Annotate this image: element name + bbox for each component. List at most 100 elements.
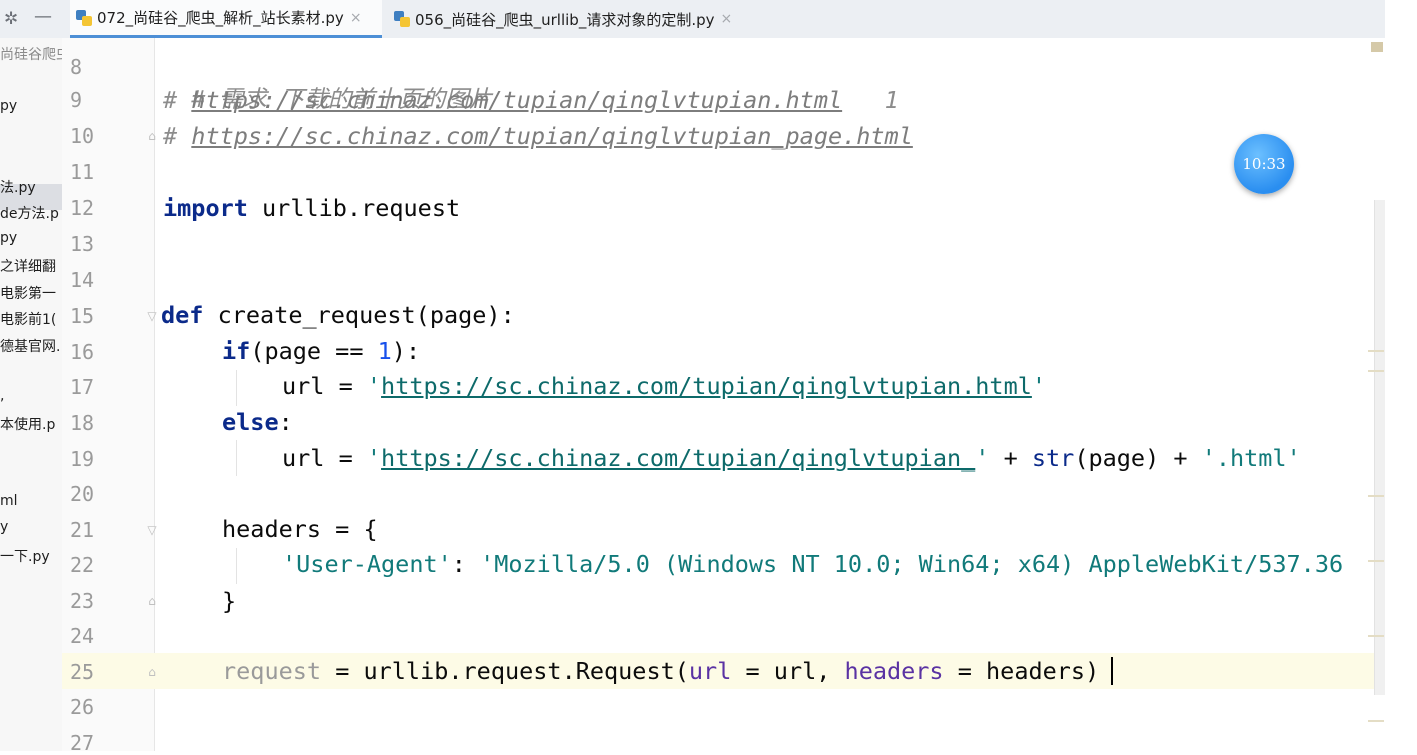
sidebar-item[interactable]: 电影第一 bbox=[0, 283, 56, 303]
sidebar-item[interactable]: 一下.py bbox=[0, 546, 50, 566]
code-text: url = bbox=[282, 372, 367, 400]
project-sidebar: 尚硅谷爬虫 py 法.py de方法.p py 之详细翻 电影第一 电影前1( … bbox=[0, 38, 62, 751]
code-text: ): bbox=[391, 337, 421, 365]
code-line-12: import urllib.request bbox=[163, 194, 460, 222]
gear-icon[interactable]: ✲ bbox=[4, 9, 18, 29]
line-number: 10 bbox=[70, 124, 95, 148]
line-number: 24 bbox=[70, 624, 95, 648]
code-text: create_request(page): bbox=[203, 301, 515, 329]
keyword-argument: url bbox=[688, 657, 732, 685]
string-url[interactable]: https://sc.chinaz.com/tupian/qinglvtupia… bbox=[381, 444, 975, 472]
sidebar-item[interactable]: y bbox=[0, 519, 8, 535]
comment-url[interactable]: https://sc.chinaz.com/tupian/qinglvtupia… bbox=[191, 86, 842, 114]
fold-icon[interactable]: ⌂ bbox=[145, 665, 159, 679]
comment-url[interactable]: https://sc.chinaz.com/tupian/qinglvtupia… bbox=[191, 122, 913, 150]
keyword: def bbox=[161, 301, 204, 329]
keyword: else bbox=[222, 408, 279, 436]
line-number: 11 bbox=[70, 160, 95, 184]
line-number: 18 bbox=[70, 411, 95, 435]
line-number: 26 bbox=[70, 695, 95, 719]
sidebar-item[interactable]: , bbox=[0, 388, 4, 404]
string-quote: ' bbox=[366, 372, 382, 400]
string-quote: ' bbox=[366, 444, 382, 472]
line-number: 15 bbox=[70, 304, 95, 328]
scroll-marker[interactable] bbox=[1368, 720, 1384, 722]
line-number: 14 bbox=[70, 268, 95, 292]
string-literal: 'User-Agent' bbox=[282, 550, 452, 578]
code-line-15: def create_request(page): bbox=[161, 301, 515, 329]
line-number: 20 bbox=[70, 482, 95, 506]
scroll-marker[interactable] bbox=[1371, 42, 1383, 52]
close-icon[interactable]: × bbox=[350, 10, 362, 26]
sidebar-item[interactable]: py bbox=[0, 98, 17, 114]
minimize-icon[interactable]: — bbox=[34, 6, 52, 27]
string-url[interactable]: https://sc.chinaz.com/tupian/qinglvtupia… bbox=[381, 372, 1032, 400]
indent-guide bbox=[236, 370, 237, 406]
code-line-19: url = 'https://sc.chinaz.com/tupian/qing… bbox=[282, 444, 1301, 472]
close-icon[interactable]: × bbox=[721, 11, 733, 27]
editor-tab-bar: ✲ — 072_尚硅谷_爬虫_解析_站长素材.py × 056_尚硅谷_爬虫_u… bbox=[0, 0, 1385, 39]
code-text: (page) + bbox=[1074, 444, 1202, 472]
fold-icon[interactable]: ▽ bbox=[145, 523, 159, 537]
scroll-marker[interactable] bbox=[1368, 370, 1384, 372]
line-number: 27 bbox=[70, 731, 95, 755]
code-text: : bbox=[278, 408, 293, 436]
indent-guide bbox=[236, 548, 237, 584]
scroll-marker[interactable] bbox=[1368, 495, 1384, 497]
code-text: = url, bbox=[731, 657, 845, 685]
string-literal: 'Mozilla/5.0 (Windows NT 10.0; Win64; x6… bbox=[480, 550, 1344, 578]
code-line-21: headers = { bbox=[222, 515, 378, 543]
code-line-25: request = urllib.request.Request(url = u… bbox=[222, 657, 1099, 685]
fold-icon[interactable]: ▽ bbox=[145, 309, 159, 323]
line-number: 22 bbox=[70, 553, 95, 577]
right-edge-strip bbox=[1385, 0, 1417, 751]
code-text: url = bbox=[282, 444, 367, 472]
string-quote: ' bbox=[1031, 372, 1047, 400]
code-line-9: # https://sc.chinaz.com/tupian/qinglvtup… bbox=[163, 86, 899, 114]
line-number: 8 bbox=[70, 55, 83, 79]
sidebar-item[interactable]: ml bbox=[0, 493, 18, 509]
variable-unused: request bbox=[222, 657, 322, 685]
fold-icon[interactable]: ⌂ bbox=[145, 129, 159, 143]
line-number: 19 bbox=[70, 447, 95, 471]
sidebar-item[interactable]: 之详细翻 bbox=[0, 256, 56, 276]
code-text: : bbox=[451, 550, 481, 578]
code-text: (page == bbox=[250, 337, 378, 365]
code-text: headers = { bbox=[222, 515, 378, 543]
keyword: import bbox=[163, 194, 248, 222]
builtin-function: str bbox=[1031, 444, 1075, 472]
code-text: } bbox=[222, 587, 237, 615]
sidebar-item[interactable]: 尚硅谷爬虫 bbox=[0, 44, 62, 64]
code-line-17: url = 'https://sc.chinaz.com/tupian/qing… bbox=[282, 372, 1046, 400]
indent-guide bbox=[236, 440, 237, 476]
code-text: + bbox=[989, 444, 1032, 472]
string-quote: ' bbox=[975, 444, 990, 472]
line-number: 13 bbox=[70, 232, 95, 256]
comment-suffix: 1 bbox=[842, 86, 899, 114]
scroll-marker[interactable] bbox=[1368, 350, 1384, 352]
sidebar-item[interactable]: 德基官网. bbox=[0, 336, 60, 356]
fold-icon[interactable]: ⌂ bbox=[145, 594, 159, 608]
scroll-marker[interactable] bbox=[1368, 635, 1384, 637]
tab-label: 072_尚硅谷_爬虫_解析_站长素材.py bbox=[97, 9, 344, 27]
tab-072-file[interactable]: 072_尚硅谷_爬虫_解析_站长素材.py × bbox=[70, 0, 382, 38]
code-line-10: # https://sc.chinaz.com/tupian/qinglvtup… bbox=[163, 122, 913, 150]
sidebar-item[interactable]: py bbox=[0, 230, 17, 246]
code-line-23: } bbox=[222, 587, 236, 615]
text-caret bbox=[1111, 657, 1113, 685]
code-text: = headers) bbox=[943, 657, 1100, 685]
sidebar-item[interactable]: de方法.p bbox=[0, 203, 59, 223]
line-number: 23 bbox=[70, 589, 95, 613]
line-number: 17 bbox=[70, 375, 95, 399]
line-number: 12 bbox=[70, 196, 95, 220]
comment-prefix: # bbox=[163, 86, 192, 114]
clock-widget[interactable]: 10:33 bbox=[1234, 134, 1294, 194]
code-line-18: else: bbox=[222, 408, 293, 436]
sidebar-item[interactable]: 法.py bbox=[0, 177, 36, 197]
tab-056-file[interactable]: 056_尚硅谷_爬虫_urllib_请求对象的定制.py × bbox=[390, 0, 764, 38]
comment-prefix: # bbox=[163, 122, 192, 150]
sidebar-item[interactable]: 本使用.p bbox=[0, 414, 55, 434]
line-number: 9 bbox=[70, 88, 83, 112]
scroll-marker[interactable] bbox=[1368, 560, 1384, 562]
sidebar-item[interactable]: 电影前1( bbox=[0, 309, 56, 329]
